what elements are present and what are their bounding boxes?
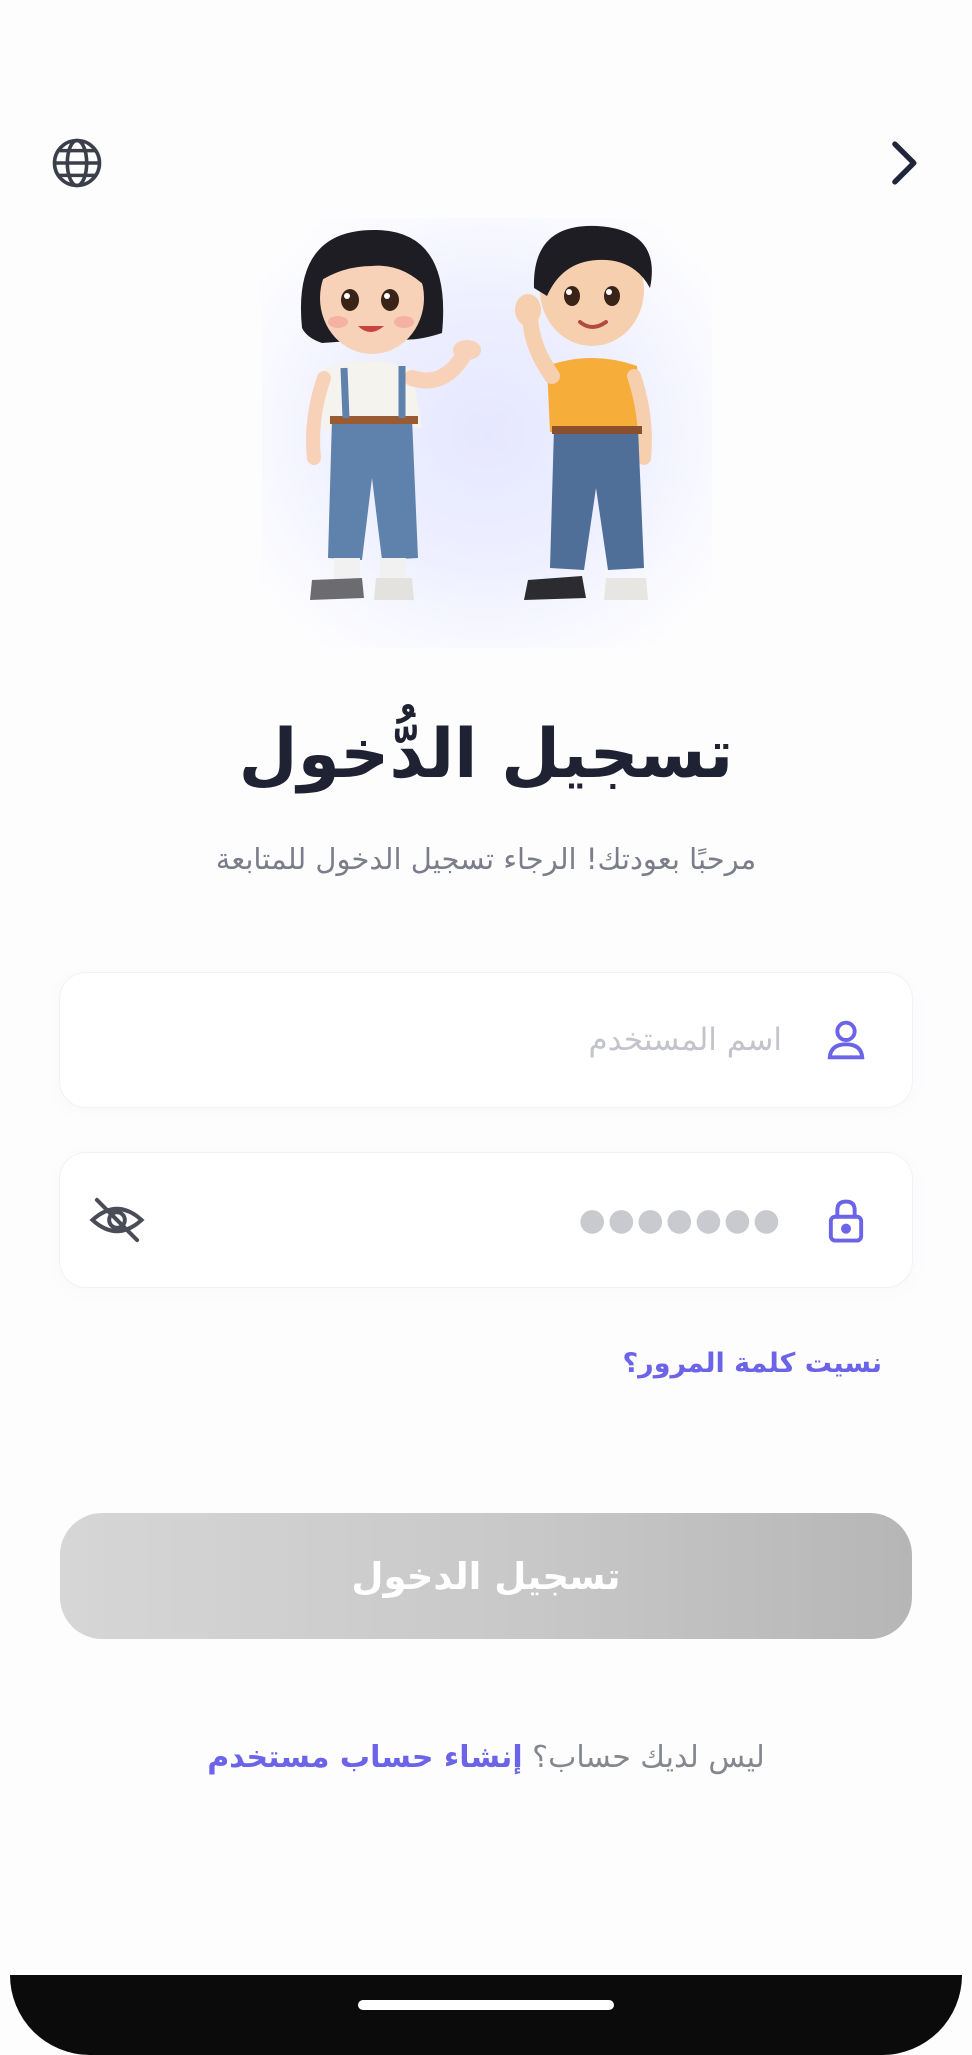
system-bottom-bar (10, 1975, 962, 2055)
login-button[interactable]: تسجيل الدخول (60, 1513, 912, 1639)
username-input[interactable] (222, 973, 782, 1107)
page-title: تسجيل الدُّخول (238, 715, 734, 794)
signup-question: ليس لديك حساب؟ (532, 1740, 765, 1775)
password-field[interactable]: ●●●●●●● (60, 1153, 912, 1287)
create-account-link[interactable]: إنشاء حساب مستخدم (207, 1740, 522, 1775)
password-input[interactable]: ●●●●●●● (579, 1199, 782, 1241)
page-subtitle: مرحبًا بعودتك! الرجاء تسجيل الدخول للمتا… (215, 842, 757, 876)
lock-icon (820, 1194, 872, 1246)
two-kids-waving-illustration (262, 218, 712, 648)
boy-figure (515, 225, 652, 600)
username-field[interactable] (60, 973, 912, 1107)
forgot-password-link[interactable]: نسيت كلمة المرور؟ (623, 1348, 883, 1379)
eye-off-icon[interactable] (88, 1193, 146, 1247)
chevron-right-icon[interactable] (884, 136, 922, 190)
user-icon (820, 1014, 872, 1066)
globe-icon[interactable] (50, 136, 104, 190)
girl-figure (300, 229, 481, 600)
home-indicator[interactable] (358, 2000, 614, 2010)
signup-prompt: ليس لديك حساب؟ إنشاء حساب مستخدم (0, 1740, 972, 1775)
